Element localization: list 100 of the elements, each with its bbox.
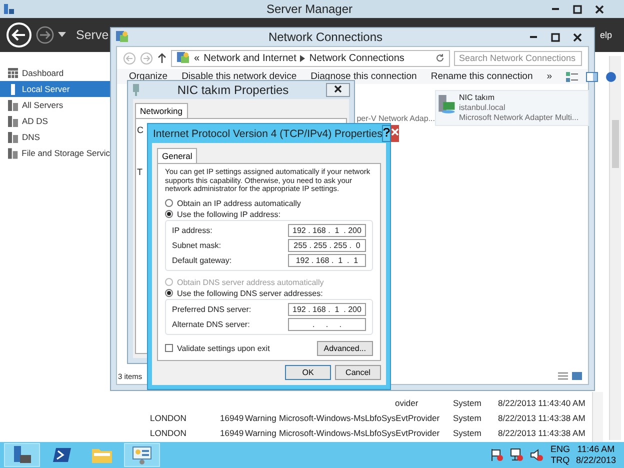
table-cell-text: LONDON xyxy=(150,412,188,422)
adapter-description: per-V Network Adap... xyxy=(356,114,435,125)
close-button[interactable] xyxy=(326,83,350,97)
window-title: NIC takım Properties xyxy=(176,83,290,97)
table-cell: 16949 xyxy=(220,428,245,438)
window-title: Network Connections xyxy=(267,30,384,44)
breadcrumb-overflow[interactable]: « xyxy=(194,52,200,64)
field-label: Preferred DNS server: xyxy=(172,304,252,314)
grid-icon xyxy=(8,68,18,78)
dialog-button[interactable]: Cancel xyxy=(335,364,381,380)
toolbar-button[interactable]: Disable this network device xyxy=(182,71,297,82)
minimize-icon xyxy=(530,36,536,38)
table-cell-text: ovider xyxy=(394,398,420,408)
sidebar-item[interactable]: Dashboard xyxy=(0,65,110,81)
search-field[interactable]: Search Network Connections xyxy=(454,50,582,66)
sidebar-item[interactable]: All Servers xyxy=(0,97,110,113)
network-icon[interactable] xyxy=(510,448,524,462)
adapter-detail: Microsoft Network Adapter Multi... xyxy=(459,113,579,123)
adapter-item[interactable]: NIC takım istanbul.local Microsoft Network Adapter Multi... xyxy=(435,90,589,126)
speaker-icon[interactable] xyxy=(530,448,544,462)
table-cell-text: System xyxy=(453,412,482,422)
caret-icon[interactable] xyxy=(58,32,66,38)
network-icon xyxy=(176,51,190,65)
radio-label[interactable]: Use the following DNS server addresses: xyxy=(177,288,323,298)
advanced-button[interactable]: Advanced... xyxy=(316,340,373,356)
page-title: Serve xyxy=(76,28,109,42)
label-fragment: C xyxy=(137,125,144,135)
server-icon xyxy=(8,132,18,142)
close-icon xyxy=(391,128,400,136)
radio-label[interactable]: Obtain an IP address automatically xyxy=(177,198,301,208)
sidebar-item[interactable]: Local Server xyxy=(0,81,110,97)
field-label: Alternate DNS server: xyxy=(172,320,250,328)
table-cell-text: LONDON xyxy=(150,428,188,438)
network-icon xyxy=(115,30,129,44)
server-icon xyxy=(8,100,18,110)
server-icon xyxy=(8,148,18,158)
preview-pane-icon[interactable] xyxy=(586,72,598,82)
close-icon xyxy=(334,84,342,92)
scrollbar[interactable] xyxy=(609,56,621,440)
table-cell-text: Warning xyxy=(245,412,278,422)
breadcrumb-item[interactable]: Network and Internet xyxy=(204,52,296,64)
radio-button[interactable] xyxy=(165,289,173,297)
forward-icon[interactable] xyxy=(36,26,54,44)
validate-checkbox[interactable]: Validate settings upon exit xyxy=(165,344,270,352)
table-cell-text: 8/22/2013 11:43:38 AM xyxy=(498,428,586,438)
clock[interactable]: 11:46 AM 8/22/2013 xyxy=(576,444,616,466)
tab[interactable]: General xyxy=(157,148,198,163)
maximize-icon xyxy=(550,32,560,42)
taskbar-button[interactable] xyxy=(4,443,40,467)
dialog-title: Internet Protocol Version 4 (TCP/IPv4) Properties xyxy=(153,128,382,140)
chevron-icon[interactable] xyxy=(300,54,306,62)
table-cell-text: 8/22/2013 11:43:40 AM xyxy=(498,398,586,408)
toolbar-button[interactable]: Rename this connection xyxy=(430,71,533,82)
ip-field[interactable]: 192 . 168 . 1 . 1 xyxy=(288,254,366,266)
server-icon xyxy=(12,445,32,465)
help-button[interactable] xyxy=(382,125,392,142)
help-menu[interactable]: elp xyxy=(600,30,612,40)
up-arrow-icon[interactable] xyxy=(157,52,167,64)
table-cell-text: 8/22/2013 11:43:38 AM xyxy=(498,412,586,422)
radio-label[interactable]: Use the following IP address: xyxy=(177,210,280,218)
maximize-icon xyxy=(572,4,582,14)
flag-icon[interactable] xyxy=(490,448,504,462)
radio-button[interactable] xyxy=(165,199,173,207)
close-icon xyxy=(594,4,604,14)
address-bar[interactable]: « Network and Internet Network Connections xyxy=(171,50,450,66)
ip-field[interactable]: 192 . 168 . 1 . 200 xyxy=(288,302,366,316)
radio-button[interactable] xyxy=(165,210,173,218)
breadcrumb-item[interactable]: Network Connections xyxy=(309,52,404,64)
tiles-view-icon[interactable] xyxy=(572,372,582,380)
table-cell: 16949 xyxy=(220,412,245,422)
toolbar-button[interactable]: » xyxy=(546,71,552,82)
minimize-icon xyxy=(552,8,558,10)
scrollbar[interactable] xyxy=(592,392,603,442)
view-options-icon[interactable] xyxy=(566,72,578,82)
control-panel-icon xyxy=(131,445,153,465)
field-label: Default gateway: xyxy=(172,256,232,264)
window-title: Server Manager xyxy=(265,2,354,16)
label-fragment: T xyxy=(137,167,142,177)
table-cell-text: System xyxy=(453,398,482,408)
table-cell-text: Warning xyxy=(245,428,278,438)
terminal-icon xyxy=(52,446,72,464)
sidebar-item[interactable]: File and Storage Servic xyxy=(0,145,110,161)
server-icon xyxy=(8,116,18,126)
refresh-icon[interactable] xyxy=(435,53,445,63)
toolbar-button[interactable]: Diagnose this connection xyxy=(310,71,417,82)
sidebar-item[interactable]: AD DS xyxy=(0,113,110,129)
adapter-detail: istanbul.local xyxy=(459,103,506,113)
details-view-icon[interactable] xyxy=(558,372,568,380)
dialog-button[interactable]: OK xyxy=(285,364,331,380)
table-cell-text: System xyxy=(453,428,482,438)
close-icon xyxy=(572,32,582,42)
sidebar-item[interactable]: DNS xyxy=(0,129,110,145)
toolbar-button[interactable]: Organize xyxy=(129,71,168,82)
tab[interactable]: Networking xyxy=(135,103,188,118)
server-manager-icon xyxy=(3,3,15,15)
ip-field[interactable]: 255 . 255 . 255 . 0 xyxy=(288,238,366,252)
language-indicator[interactable]: ENG TRQ xyxy=(550,444,570,466)
ip-field[interactable]: 192 . 168 . 1 . 200 xyxy=(288,224,366,236)
ip-field[interactable]: . . . xyxy=(288,318,366,330)
taskbar-button[interactable] xyxy=(124,443,160,467)
